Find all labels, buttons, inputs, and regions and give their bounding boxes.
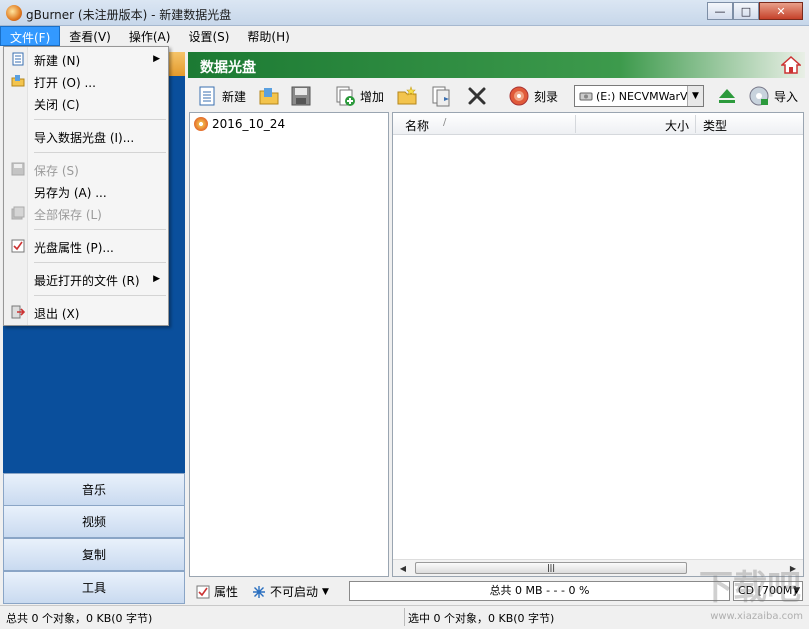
- menu-item-recent-files[interactable]: 最近打开的文件 (R): [34, 272, 140, 289]
- boot-option-label: 不可启动: [270, 583, 318, 600]
- submenu-arrow-icon: ▶: [153, 274, 160, 284]
- delete-icon[interactable]: [466, 85, 488, 107]
- properties-icon[interactable]: [430, 85, 452, 107]
- status-selected: 选中 0 个对象，0 KB(0 字节): [408, 610, 554, 626]
- capacity-meter: 总共 0 MB - - - 0 %: [349, 581, 730, 601]
- new-document-icon: [196, 85, 218, 107]
- nav-copy[interactable]: 复制: [3, 538, 185, 571]
- window-title: gBurner (未注册版本) - 新建数据光盘: [26, 6, 231, 23]
- column-name[interactable]: 名称: [405, 117, 429, 134]
- status-total: 总共 0 个对象，0 KB(0 字节): [6, 610, 152, 626]
- drive-icon: [579, 89, 593, 103]
- save-icon: [11, 162, 25, 176]
- file-list[interactable]: 名称 / 大小 类型 ◀ ||| ▶: [392, 112, 804, 577]
- burn-button[interactable]: 刻录: [508, 83, 558, 109]
- maximize-button[interactable]: □: [733, 2, 759, 20]
- toolbar: 新建 增加 刻录: [188, 80, 805, 112]
- menu-item-import-disc[interactable]: 导入数据光盘 (I)...: [34, 129, 134, 146]
- new-button[interactable]: 新建: [196, 83, 246, 109]
- menu-item-exit[interactable]: 退出 (X): [34, 305, 79, 322]
- import-button-label: 导入: [774, 88, 798, 105]
- tree-root-label: 2016_10_24: [212, 117, 285, 131]
- burn-disc-icon: [508, 85, 530, 107]
- close-button[interactable]: ✕: [759, 2, 803, 20]
- submenu-arrow-icon: ▶: [153, 54, 160, 64]
- drive-select-value: (E:) NECVMWarVM: [596, 90, 697, 103]
- menu-separator: [34, 295, 166, 296]
- import-disc-icon: [748, 85, 770, 107]
- file-menu-dropdown: 新建 (N) ▶ 打开 (O) ... 关闭 (C) 导入数据光盘 (I)...…: [3, 46, 169, 326]
- menu-separator: [34, 119, 166, 120]
- chevron-down-icon: ▼: [687, 86, 703, 106]
- menu-settings[interactable]: 设置(S): [179, 26, 238, 46]
- title-bar: gBurner (未注册版本) - 新建数据光盘 — □ ✕: [0, 0, 809, 26]
- menu-icon-gutter: [4, 47, 28, 325]
- burn-button-label: 刻录: [534, 88, 558, 105]
- add-files-icon: [334, 85, 356, 107]
- menu-action[interactable]: 操作(A): [120, 26, 180, 46]
- eject-icon[interactable]: [716, 85, 738, 107]
- list-header: 名称 / 大小 类型: [393, 113, 803, 135]
- scroll-left-icon[interactable]: ◀: [395, 561, 411, 575]
- snowflake-icon: [252, 585, 266, 599]
- menu-separator: [34, 152, 166, 153]
- window-controls: — □ ✕: [707, 2, 803, 20]
- chevron-down-icon: ▼: [322, 587, 329, 597]
- disc-properties-button[interactable]: 属性: [196, 583, 238, 600]
- status-separator: [404, 608, 405, 626]
- app-icon: [6, 5, 22, 21]
- sort-indicator-icon: /: [443, 117, 446, 128]
- menu-item-disc-properties[interactable]: 光盘属性 (P)...: [34, 239, 114, 256]
- watermark-url: www.xiazaiba.com: [710, 611, 803, 622]
- save-all-icon: [11, 206, 25, 220]
- column-separator[interactable]: [575, 115, 576, 133]
- scrollbar-thumb[interactable]: |||: [415, 562, 687, 574]
- import-button[interactable]: 导入: [748, 83, 798, 109]
- tree-root-item[interactable]: 2016_10_24: [194, 117, 285, 131]
- menu-item-close[interactable]: 关闭 (C): [34, 96, 80, 113]
- nav-tools[interactable]: 工具: [3, 571, 185, 604]
- nav-video[interactable]: 视频: [3, 505, 185, 538]
- menu-separator: [34, 262, 166, 263]
- menu-file[interactable]: 文件(F): [0, 26, 60, 46]
- drive-select[interactable]: (E:) NECVMWarVM ▼: [574, 85, 704, 107]
- disc-properties-label: 属性: [214, 583, 238, 600]
- folder-tree[interactable]: 2016_10_24: [189, 112, 389, 577]
- watermark-logo: 下载吧: [699, 560, 801, 609]
- disc-icon: [194, 117, 208, 131]
- column-type[interactable]: 类型: [703, 117, 727, 134]
- new-folder-icon[interactable]: [396, 85, 418, 107]
- add-button-label: 增加: [360, 88, 384, 105]
- section-title: 数据光盘: [200, 57, 256, 77]
- menu-item-open[interactable]: 打开 (O) ...: [34, 74, 96, 91]
- menu-separator: [34, 229, 166, 230]
- menu-item-save[interactable]: 保存 (S): [34, 162, 79, 179]
- menu-item-save-as[interactable]: 另存为 (A) ...: [34, 184, 107, 201]
- new-button-label: 新建: [222, 88, 246, 105]
- section-header: 数据光盘: [188, 52, 805, 78]
- column-size[interactable]: 大小: [665, 117, 689, 134]
- boot-option-dropdown[interactable]: 不可启动 ▼: [252, 583, 329, 600]
- exit-icon: [11, 305, 25, 319]
- checklist-icon: [11, 239, 25, 253]
- menu-help[interactable]: 帮助(H): [238, 26, 298, 46]
- status-bar: 总共 0 个对象，0 KB(0 字节) 选中 0 个对象，0 KB(0 字节): [0, 605, 809, 629]
- nav-music[interactable]: 音乐: [3, 473, 185, 506]
- new-document-icon: [11, 52, 25, 66]
- home-icon[interactable]: [781, 55, 801, 75]
- menu-bar: 文件(F) 查看(V) 操作(A) 设置(S) 帮助(H): [0, 26, 809, 46]
- column-separator[interactable]: [695, 115, 696, 133]
- menu-item-save-all[interactable]: 全部保存 (L): [34, 206, 102, 223]
- menu-view[interactable]: 查看(V): [60, 26, 120, 46]
- save-icon[interactable]: [290, 85, 312, 107]
- checklist-icon: [196, 585, 210, 599]
- open-folder-icon[interactable]: [258, 85, 280, 107]
- menu-item-new[interactable]: 新建 (N): [34, 52, 80, 69]
- add-button[interactable]: 增加: [334, 83, 384, 109]
- open-folder-icon: [11, 74, 25, 88]
- minimize-button[interactable]: —: [707, 2, 733, 20]
